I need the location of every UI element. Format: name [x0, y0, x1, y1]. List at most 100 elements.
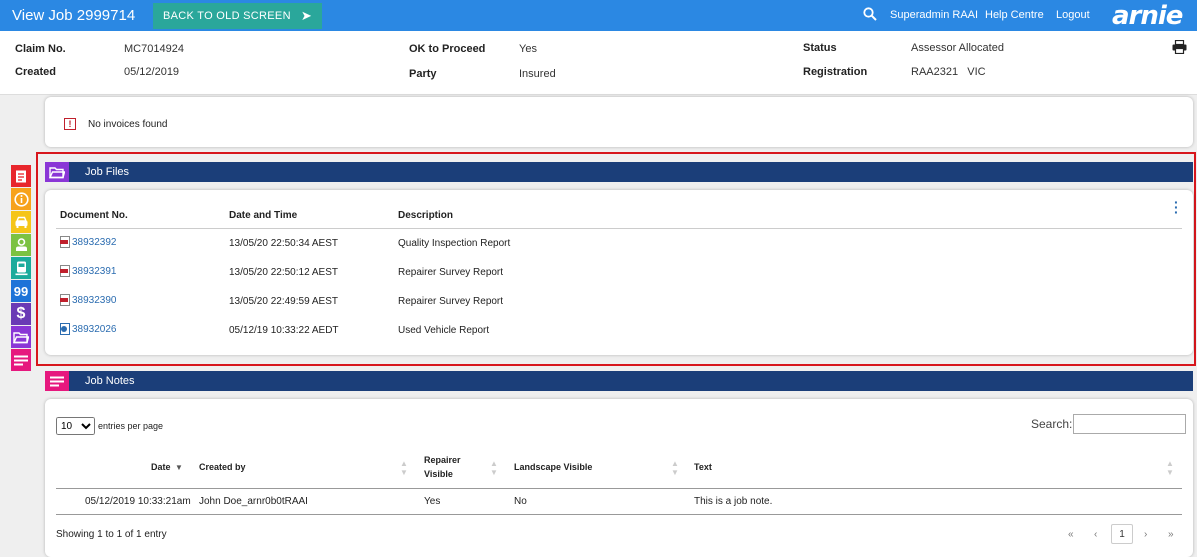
invoices-card: ! No invoices found: [45, 97, 1193, 147]
info-icon[interactable]: [11, 188, 31, 210]
entries-per-page: 10 entries per page: [56, 417, 163, 435]
search-input[interactable]: [1073, 414, 1187, 434]
job-files-section-header[interactable]: Job Files: [45, 162, 1193, 182]
document-description: Repairer Survey Report: [398, 296, 504, 307]
send-arrow-icon: ➤: [300, 8, 313, 23]
document-datetime: 13/05/20 22:50:34 AEST: [229, 238, 338, 249]
document-link[interactable]: 38932391: [60, 265, 117, 277]
note-text: This is a job note.: [694, 496, 773, 507]
document-icon: [60, 323, 70, 335]
claim-no-label: Claim No.: [15, 43, 66, 55]
no-invoices-message: No invoices found: [88, 119, 168, 130]
document-number[interactable]: 38932026: [72, 324, 117, 335]
status-label: Status: [803, 42, 837, 54]
table-row: 38932390 13/05/20 22:49:59 AEST Repairer…: [45, 294, 1193, 314]
search-box: Search:: [1031, 414, 1187, 434]
table-row: 38932026 05/12/19 10:33:22 AEDT Used Veh…: [45, 323, 1193, 343]
column-header-landscape-visible[interactable]: Landscape Visible: [514, 462, 592, 472]
last-page-button[interactable]: »: [1168, 529, 1174, 540]
first-page-button[interactable]: «: [1068, 529, 1074, 540]
ok-to-proceed-label: OK to Proceed: [409, 43, 486, 55]
header-divider: [56, 228, 1182, 229]
document-description: Used Vehicle Report: [398, 325, 490, 336]
showing-entries-info: Showing 1 to 1 of 1 entry: [56, 529, 167, 540]
person-icon[interactable]: [11, 234, 31, 256]
created-label: Created: [15, 66, 56, 78]
ok-to-proceed-value: Yes: [519, 43, 537, 55]
user-menu-link[interactable]: Superadmin RAAI: [890, 9, 978, 21]
column-header-date-time[interactable]: Date and Time: [229, 210, 297, 221]
document-number[interactable]: 38932392: [72, 237, 117, 248]
notes-icon[interactable]: [11, 349, 31, 371]
document-datetime: 05/12/19 10:33:22 AEDT: [229, 325, 339, 336]
print-icon[interactable]: [1172, 39, 1187, 57]
claim-icon[interactable]: [11, 165, 31, 187]
logout-link[interactable]: Logout: [1056, 9, 1090, 21]
next-page-button[interactable]: ›: [1144, 529, 1147, 540]
column-header-repairer-visible-line2[interactable]: Visible: [424, 469, 453, 479]
document-description: Quality Inspection Report: [398, 238, 511, 249]
pdf-icon: [60, 236, 70, 248]
note-created-by: John Doe_arnr0b0tRAAI: [199, 496, 308, 507]
search-label: Search:: [1031, 417, 1073, 431]
pdf-icon: [60, 265, 70, 277]
header-divider: [56, 488, 1182, 489]
registration-label: Registration: [803, 66, 868, 78]
column-header-repairer-visible-line1[interactable]: Repairer: [424, 455, 461, 465]
column-header-document-no[interactable]: Document No.: [60, 210, 128, 221]
footer-divider: [56, 514, 1182, 515]
document-datetime: 13/05/20 22:50:12 AEST: [229, 267, 338, 278]
column-header-date[interactable]: Date: [151, 462, 171, 472]
job-files-title: Job Files: [85, 166, 130, 178]
document-number[interactable]: 38932391: [72, 266, 117, 277]
section-nav-icons: 99 $: [11, 165, 31, 372]
folder-icon: [45, 162, 69, 182]
sort-icon: ▲ ▼: [490, 459, 498, 477]
table-row: 38932392 13/05/20 22:50:34 AEST Quality …: [45, 236, 1193, 256]
document-link[interactable]: 38932392: [60, 236, 117, 248]
column-header-created-by[interactable]: Created by: [199, 462, 246, 472]
quote-icon[interactable]: 99: [11, 280, 31, 302]
job-notes-title: Job Notes: [85, 375, 135, 387]
status-value: Assessor Allocated: [911, 42, 1004, 54]
document-number[interactable]: 38932390: [72, 295, 117, 306]
bus-icon[interactable]: [11, 257, 31, 279]
car-icon[interactable]: [11, 211, 31, 233]
sort-desc-icon: ▼: [175, 463, 183, 472]
page-title: View Job 2999714: [12, 7, 136, 24]
entries-per-page-select[interactable]: 10: [56, 417, 95, 435]
claim-no-value: MC7014924: [124, 43, 184, 55]
note-landscape-visible: No: [514, 496, 527, 507]
column-header-description[interactable]: Description: [398, 210, 453, 221]
table-row: 38932391 13/05/20 22:50:12 AEST Repairer…: [45, 265, 1193, 285]
top-bar: View Job 2999714 BACK TO OLD SCREEN ➤ Su…: [0, 0, 1197, 31]
document-link[interactable]: 38932026: [60, 323, 117, 335]
column-header-text[interactable]: Text: [694, 462, 712, 472]
folder-icon[interactable]: [11, 326, 31, 348]
sort-icon: ▲ ▼: [671, 459, 679, 477]
document-link[interactable]: 38932390: [60, 294, 117, 306]
job-notes-card: 10 entries per page Search: Date ▼ Creat…: [45, 399, 1193, 557]
party-value: Insured: [519, 68, 556, 80]
job-summary-header: Claim No. MC7014924 Created 05/12/2019 O…: [0, 31, 1197, 95]
help-centre-link[interactable]: Help Centre: [985, 9, 1044, 21]
back-button-label: BACK TO OLD SCREEN: [162, 10, 291, 22]
job-notes-section-header[interactable]: Job Notes: [45, 371, 1193, 391]
pdf-icon: [60, 294, 70, 306]
dollar-icon[interactable]: $: [11, 303, 31, 325]
back-to-old-screen-button[interactable]: BACK TO OLD SCREEN ➤: [153, 3, 322, 29]
party-label: Party: [409, 68, 437, 80]
sort-icon: ▲ ▼: [1166, 459, 1174, 477]
warning-icon: !: [64, 118, 76, 130]
previous-page-button[interactable]: ‹: [1094, 529, 1097, 540]
more-options-icon[interactable]: · · ·: [1174, 195, 1179, 219]
sort-icon: ▲ ▼: [400, 459, 408, 477]
search-icon[interactable]: [863, 7, 877, 24]
note-date: 05/12/2019 10:33:21am: [85, 496, 191, 507]
page-1-button[interactable]: 1: [1111, 524, 1133, 544]
note-repairer-visible: Yes: [424, 496, 441, 507]
document-description: Repairer Survey Report: [398, 267, 504, 278]
created-value: 05/12/2019: [124, 66, 180, 78]
arnie-logo: arnie: [1112, 1, 1183, 31]
registration-value: RAA2321 VIC: [911, 66, 986, 78]
